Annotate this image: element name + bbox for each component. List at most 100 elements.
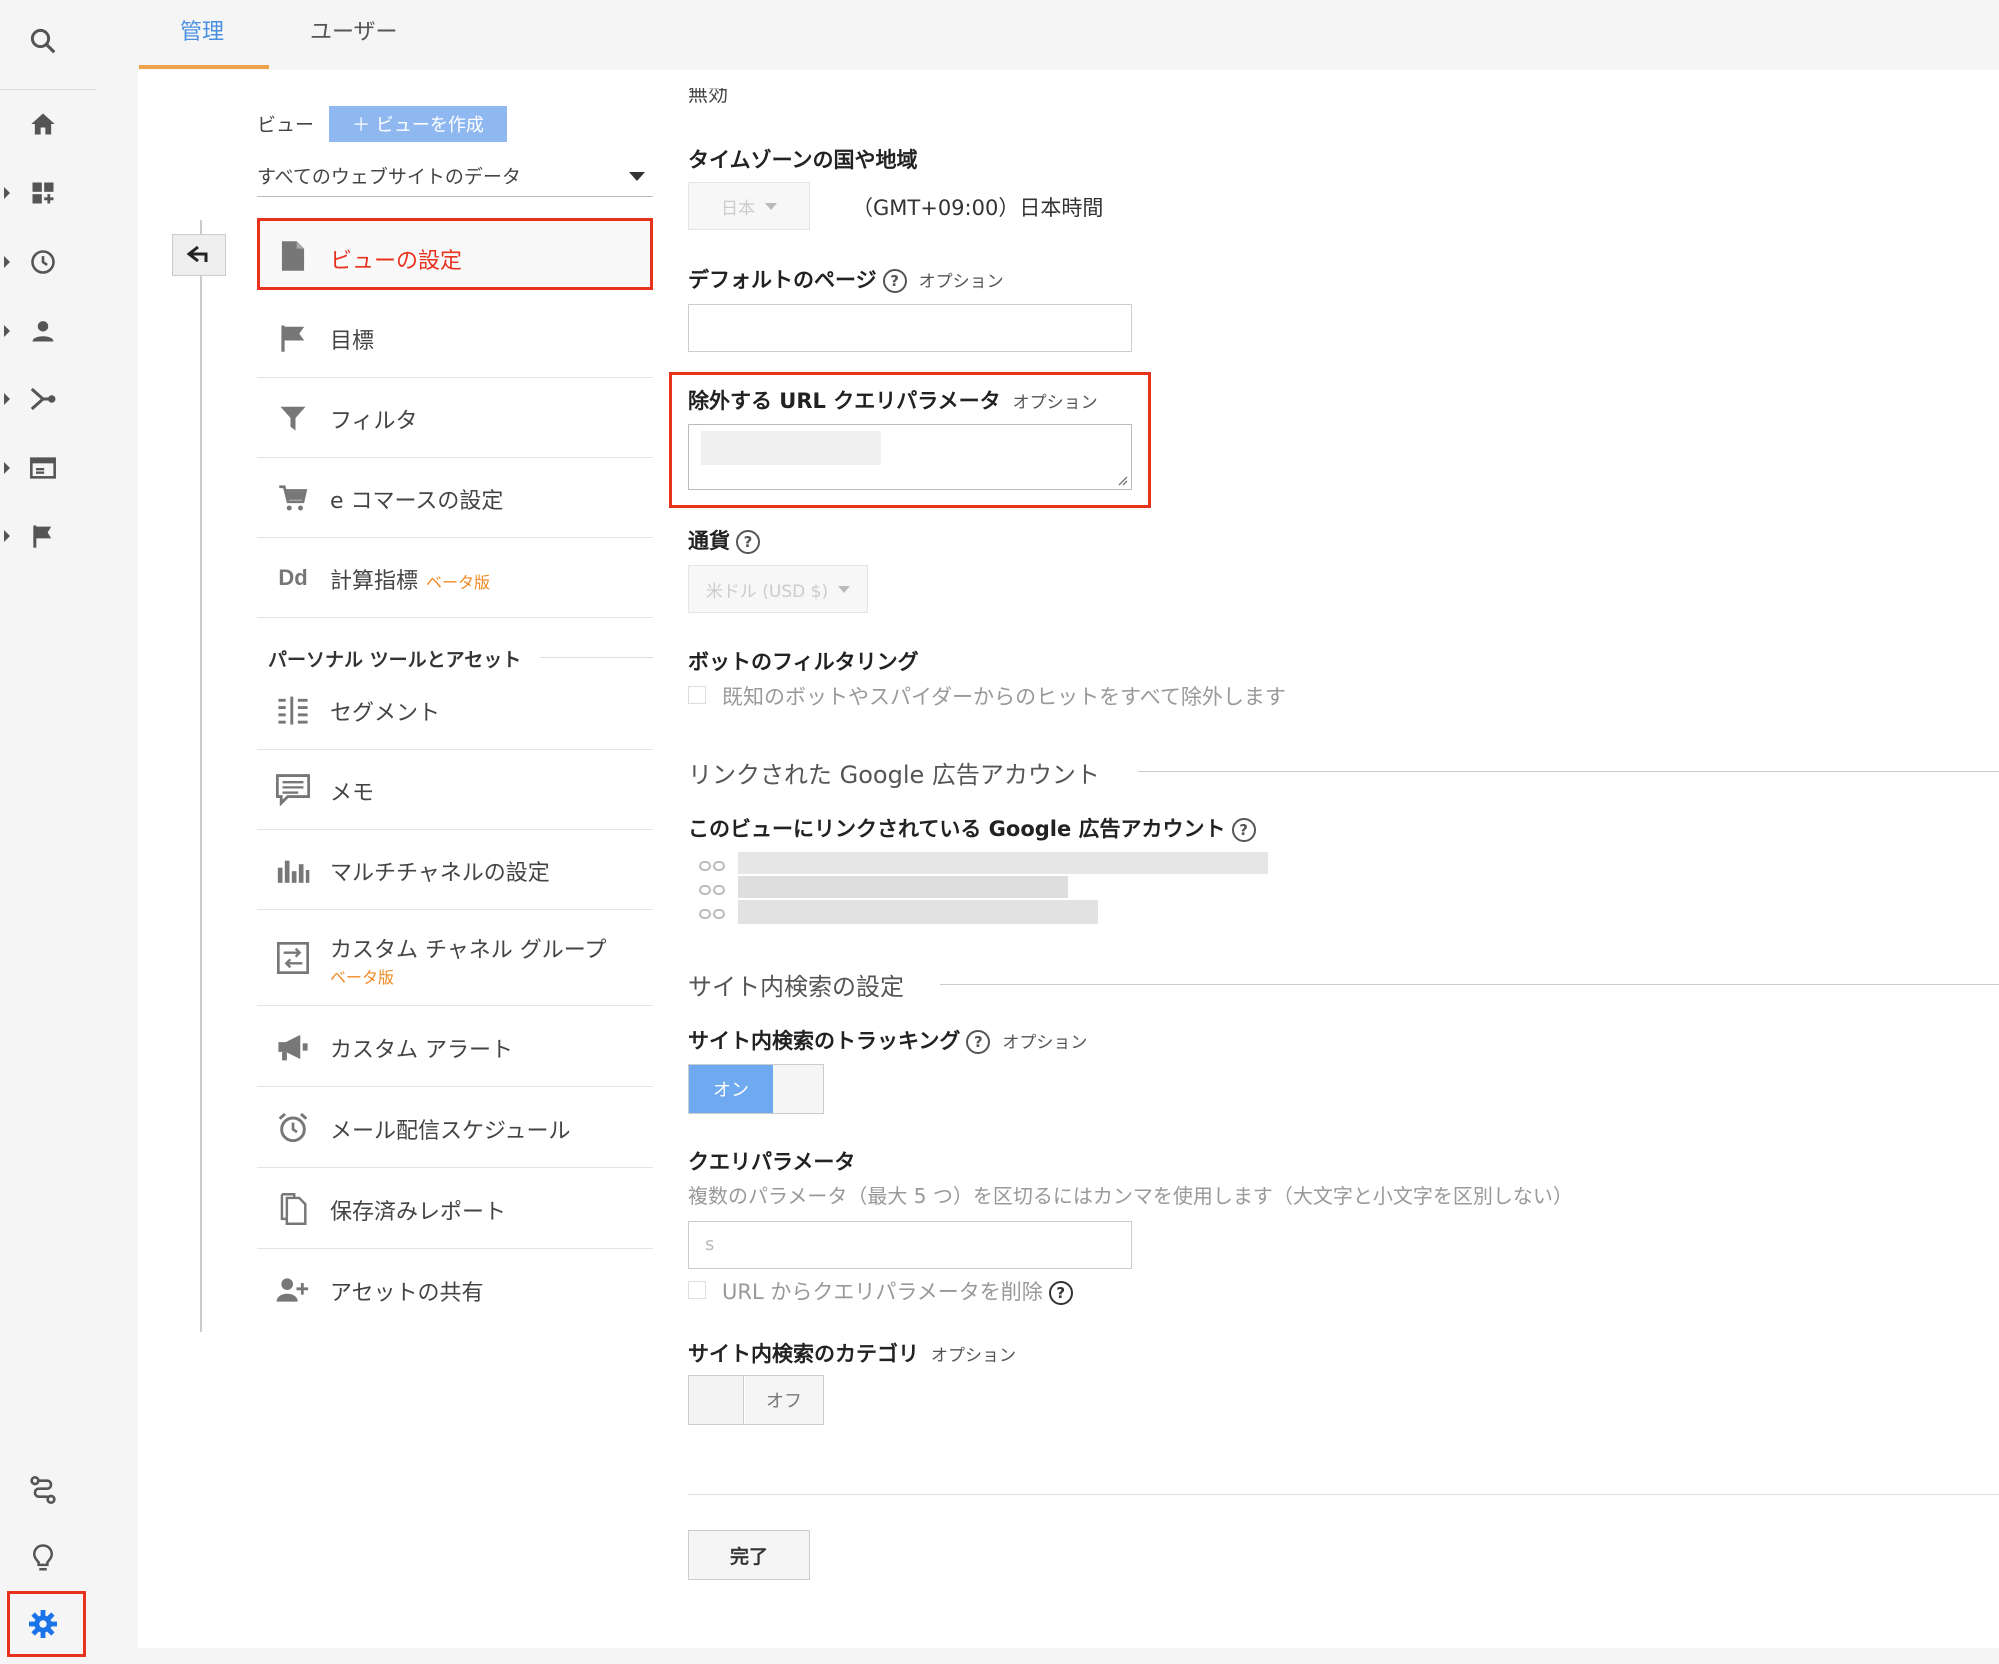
nav-item-label: メモ	[330, 781, 375, 806]
nav-item-email-schedule[interactable]: メール配信スケジュール	[257, 1088, 653, 1168]
acquisition-icon[interactable]	[22, 378, 64, 420]
nav-item-multichannel[interactable]: マルチチャネルの設定	[257, 830, 653, 910]
site-search-tracking-toggle[interactable]: オン	[688, 1064, 824, 1114]
query-param-label: クエリパラメータ	[688, 1150, 856, 1174]
filter-icon	[275, 400, 311, 436]
view-select[interactable]: すべてのウェブサイトのデータ	[257, 152, 653, 197]
nav-item-ecommerce[interactable]: e コマースの設定	[257, 458, 653, 538]
help-icon[interactable]: ?	[882, 269, 907, 293]
nav-item-label: セグメント	[330, 701, 441, 726]
path-icon[interactable]	[22, 1469, 64, 1511]
nav-item-custom-channel-group[interactable]: カスタム チャネル グループ ベータ版	[257, 910, 653, 1006]
active-tab-indicator	[139, 65, 269, 69]
alarm-clock-icon	[275, 1110, 311, 1146]
nav-item-goals[interactable]: 目標	[257, 298, 653, 378]
exclude-params-label-text: 除外する URL クエリパラメータ	[688, 389, 1001, 413]
top-tab-bar: 管理 ユーザー	[138, 0, 1999, 70]
redacted-value	[701, 431, 881, 465]
nav-vertical-line	[200, 220, 202, 1332]
site-search-tracking-label: サイト内検索のトラッキング? オプション	[688, 1025, 1087, 1055]
person-icon[interactable]	[22, 310, 64, 352]
bot-filtering-checkbox[interactable]	[688, 686, 706, 704]
personal-tools-heading: パーソナル ツールとアセット	[268, 649, 522, 671]
home-icon[interactable]	[22, 103, 64, 145]
saved-report-icon	[275, 1191, 311, 1227]
currency-select[interactable]: 米ドル (USD $)	[688, 565, 868, 613]
tab-user[interactable]: ユーザー	[310, 14, 398, 46]
caret-right-icon[interactable]	[4, 530, 10, 542]
megaphone-icon	[275, 1029, 311, 1065]
section-divider	[1138, 771, 1999, 772]
toggle-knob	[689, 1376, 744, 1424]
help-icon[interactable]: ?	[736, 530, 760, 554]
timezone-zone: （GMT+09:00）日本時間	[852, 196, 1104, 220]
nav-item-segments[interactable]: セグメント	[257, 670, 653, 750]
rail-divider	[0, 89, 97, 90]
segment-icon	[275, 692, 311, 728]
search-icon[interactable]	[22, 20, 64, 62]
site-search-category-toggle[interactable]: オフ	[688, 1375, 824, 1425]
bot-filtering-checkbox-label: 既知のボットやスパイダーからのヒットをすべて除外します	[722, 685, 1286, 709]
redacted-account-1	[738, 852, 1268, 874]
nav-item-label: マルチチャネルの設定	[330, 861, 550, 886]
behavior-icon[interactable]	[22, 447, 64, 489]
conversions-flag-icon[interactable]	[22, 515, 64, 557]
query-param-input[interactable]: s	[688, 1221, 1132, 1269]
site-search-tracking-label-text: サイト内検索のトラッキング	[688, 1029, 961, 1053]
back-button[interactable]	[172, 234, 226, 276]
view-select-value: すべてのウェブサイトのデータ	[257, 166, 521, 188]
nav-item-view-settings[interactable]: ビューの設定	[257, 218, 653, 290]
default-page-label: デフォルトのページ? オプション	[688, 264, 1004, 294]
google-ads-label-text: このビューにリンクされている Google 広告アカウント	[688, 817, 1226, 841]
dropdown-arrow-icon	[765, 202, 777, 210]
done-button[interactable]: 完了	[688, 1530, 810, 1580]
nav-item-label: アセットの共有	[330, 1281, 484, 1306]
redacted-account-2	[738, 876, 1068, 898]
caret-right-icon[interactable]	[4, 256, 10, 268]
form-footer-divider	[688, 1494, 1999, 1495]
help-icon[interactable]: ?	[1048, 1281, 1073, 1305]
caret-right-icon[interactable]	[4, 462, 10, 474]
cart-icon	[275, 480, 311, 516]
currency-label-text: 通貨	[688, 529, 730, 553]
nav-item-label: 計算指標 ベータ版	[330, 563, 490, 595]
dashboard-icon[interactable]	[22, 172, 64, 214]
optional-text: オプション	[931, 1346, 1016, 1366]
beta-badge: ベータ版	[426, 573, 491, 592]
caret-right-icon[interactable]	[4, 187, 10, 199]
resize-handle-icon[interactable]	[1116, 474, 1128, 486]
help-icon[interactable]: ?	[966, 1030, 991, 1054]
link-icon	[699, 861, 725, 873]
clock-icon[interactable]	[22, 241, 64, 283]
nav-item-filters[interactable]: フィルタ	[257, 378, 653, 458]
dropdown-arrow-icon	[838, 585, 851, 593]
nav-item-saved-reports[interactable]: 保存済みレポート	[257, 1169, 653, 1249]
dd-icon: Dd	[278, 565, 308, 590]
caret-right-icon[interactable]	[4, 393, 10, 405]
help-icon[interactable]: ?	[1231, 818, 1256, 842]
exclude-params-textarea[interactable]	[688, 424, 1132, 490]
default-page-input[interactable]	[688, 304, 1132, 352]
nav-item-custom-alerts[interactable]: カスタム アラート	[257, 1007, 653, 1087]
toggle-on-label: オン	[689, 1065, 773, 1113]
dropdown-arrow-icon	[629, 172, 645, 181]
nav-item-calculated-metrics[interactable]: Dd 計算指標 ベータ版	[257, 538, 653, 618]
timezone-country-select[interactable]: 日本	[688, 182, 810, 230]
remove-param-label-text: URL からクエリパラメータを削除	[722, 1280, 1043, 1304]
nav-item-label: 目標	[330, 329, 375, 354]
query-param-value: s	[705, 1234, 715, 1255]
flag-icon	[275, 320, 311, 356]
cut-off-text: 無効	[688, 88, 768, 106]
caret-right-icon[interactable]	[4, 325, 10, 337]
remove-param-checkbox[interactable]	[688, 1281, 706, 1299]
nav-item-share-assets[interactable]: アセットの共有	[257, 1250, 653, 1330]
section-divider	[940, 984, 1999, 985]
back-arrow-icon	[186, 245, 208, 263]
create-view-button[interactable]: ＋ ビューを作成	[329, 106, 507, 142]
nav-item-label: e コマースの設定	[330, 489, 504, 514]
view-label: ビュー	[257, 114, 315, 136]
nav-item-annotations[interactable]: メモ	[257, 750, 653, 830]
lightbulb-icon[interactable]	[22, 1537, 64, 1579]
site-search-section-title: サイト内検索の設定	[688, 973, 904, 1001]
tab-admin[interactable]: 管理	[180, 14, 224, 46]
